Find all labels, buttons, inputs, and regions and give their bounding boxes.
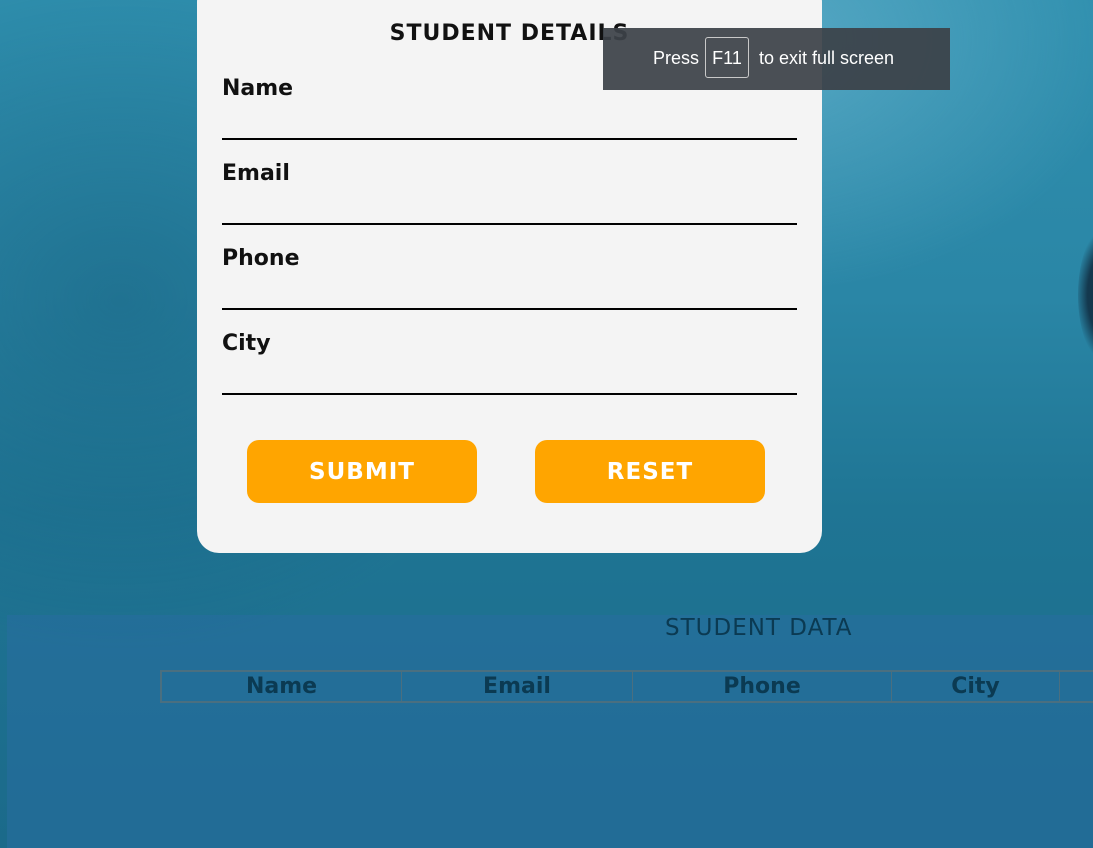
email-label: Email: [222, 161, 290, 186]
fullscreen-notice: Press F11 to exit full screen: [603, 28, 950, 90]
submit-button[interactable]: SUBMIT: [247, 440, 477, 503]
city-label: City: [222, 331, 271, 356]
city-input[interactable]: [222, 365, 797, 395]
email-input[interactable]: [222, 195, 797, 225]
reset-button[interactable]: RESET: [535, 440, 765, 503]
toast-exit-text: to exit full screen: [759, 48, 895, 68]
f11-key-hint: F11: [705, 37, 749, 78]
student-data-title: STUDENT DATA: [665, 615, 853, 641]
column-header-email: Email: [401, 670, 633, 703]
phone-field: Phone: [222, 246, 797, 316]
phone-label: Phone: [222, 246, 300, 271]
city-field: City: [222, 331, 797, 401]
table-header-row: Name Email Phone City: [160, 670, 1093, 703]
column-header-name: Name: [160, 670, 402, 703]
column-header-phone: Phone: [632, 670, 892, 703]
phone-input[interactable]: [222, 280, 797, 310]
column-header-city: City: [891, 670, 1060, 703]
column-header-actions: [1059, 670, 1093, 703]
background-decoration: [1078, 225, 1093, 365]
email-field: Email: [222, 161, 797, 231]
name-label: Name: [222, 76, 294, 101]
student-data-panel: STUDENT DATA Name Email Phone City: [7, 615, 1093, 848]
toast-press-text: Press: [653, 48, 700, 68]
name-input[interactable]: [222, 110, 797, 140]
student-data-table: Name Email Phone City: [160, 670, 1093, 703]
